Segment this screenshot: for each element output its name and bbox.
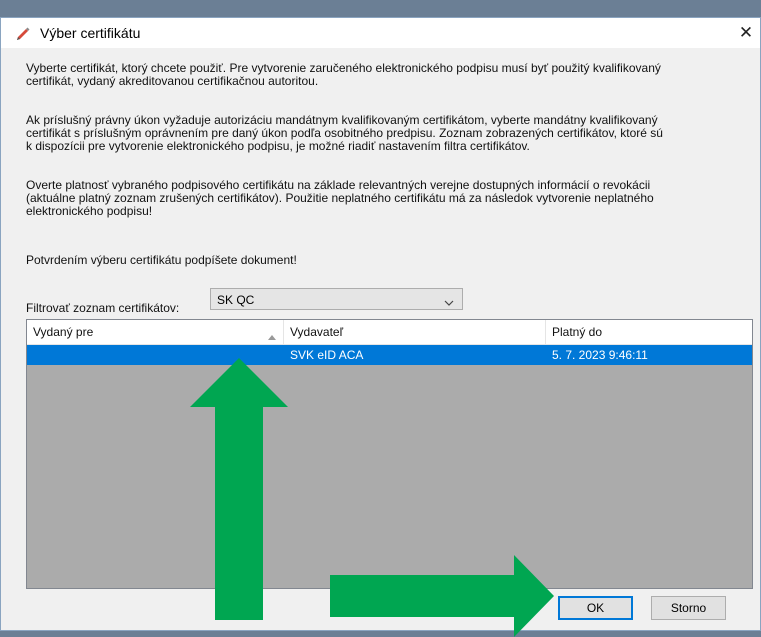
column-header-issuer[interactable]: Vydavateľ [284,320,546,344]
revocation-paragraph: Overte platnosť vybraného podpisového ce… [26,179,746,218]
cancel-button[interactable]: Storno [651,596,726,620]
sort-ascending-icon [267,329,277,340]
arrow-right-icon [330,555,554,637]
column-label: Vydaný pre [33,325,94,339]
confirm-paragraph: Potvrdením výberu certifikátu podpíšete … [26,254,746,267]
filter-value: SK QC [217,293,255,307]
certificate-pen-icon [15,26,31,42]
filter-label: Filtrovať zoznam certifikátov: [26,301,180,315]
text-line: k dispozícii pre vytvorenie elektronické… [26,139,530,153]
cell-valid-to: 5. 7. 2023 9:46:11 [552,348,648,362]
cell-issuer: SVK eID ACA [290,348,364,362]
column-header-valid-to[interactable]: Platný do [546,320,752,344]
certificate-list[interactable]: Vydaný pre Vydavateľ Platný do SVK eID A… [26,319,753,589]
certificate-dialog: Výber certifikátu ✕ Vyberte certifikát, … [0,17,761,631]
filter-dropdown[interactable]: SK QC [210,288,463,310]
chevron-down-icon [444,295,454,306]
mandate-paragraph: Ak príslušný právny úkon vyžaduje autori… [26,114,746,153]
title-bar: Výber certifikátu ✕ [1,18,760,48]
column-label: Platný do [552,325,603,339]
table-row-selected[interactable]: SVK eID ACA 5. 7. 2023 9:46:11 [27,345,752,365]
ok-button[interactable]: OK [558,596,633,620]
text-line: certifikát, vydaný akreditovanou certifi… [26,74,319,88]
text-line: Potvrdením výberu certifikátu podpíšete … [26,253,297,267]
intro-paragraph: Vyberte certifikát, ktorý chcete použiť.… [26,62,746,88]
arrow-up-icon [190,358,288,620]
column-header-issued-to[interactable]: Vydaný pre [27,320,284,344]
dialog-title: Výber certifikátu [40,25,141,41]
column-label: Vydavateľ [290,325,344,339]
list-header: Vydaný pre Vydavateľ Platný do [27,320,752,345]
text-line: elektronického podpisu! [26,204,153,218]
close-icon[interactable]: ✕ [732,18,760,48]
